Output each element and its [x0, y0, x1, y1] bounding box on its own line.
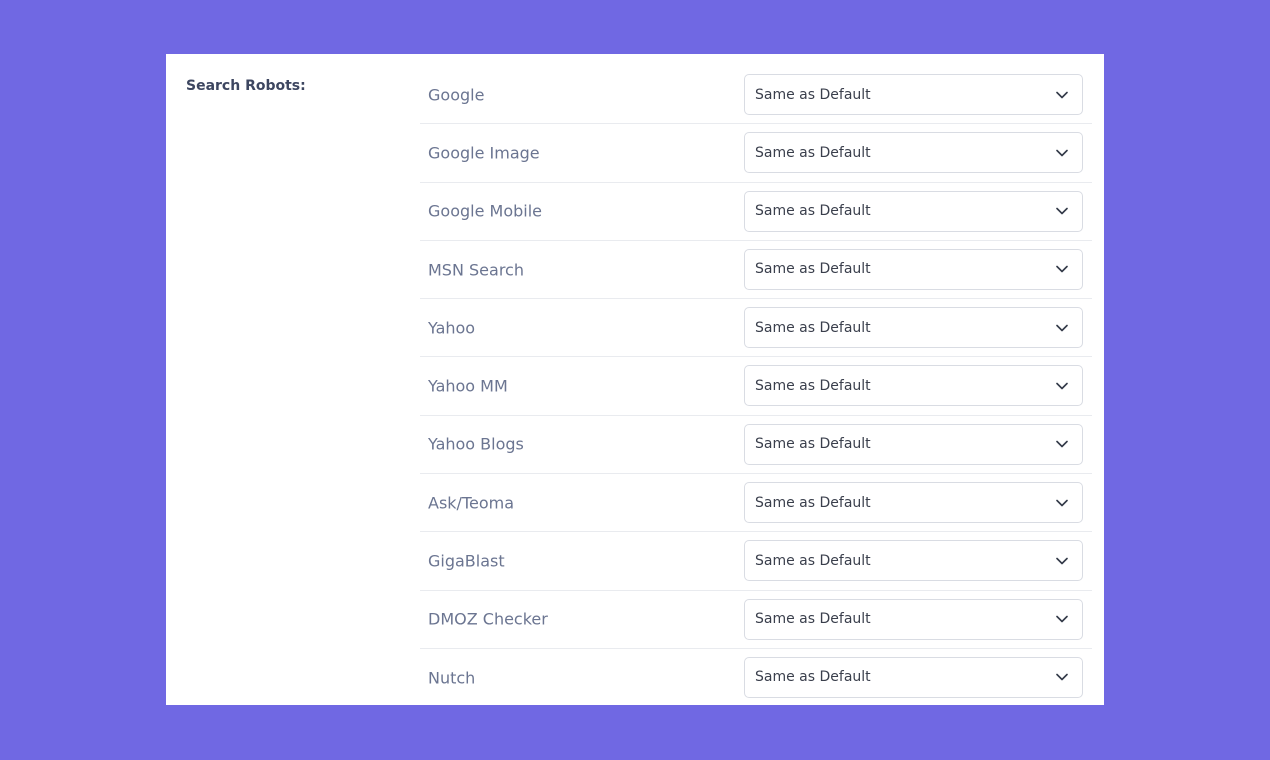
settings-card: Search Robots: Google Same as Default Go… [166, 54, 1104, 705]
robot-select-google[interactable]: Same as Default [744, 74, 1083, 115]
chevron-down-icon [1056, 499, 1068, 506]
robot-name: Ask/Teoma [428, 493, 515, 513]
robot-row-dmoz-checker: DMOZ Checker Same as Default [420, 591, 1092, 649]
chevron-down-icon [1056, 557, 1068, 565]
select-value: Same as Default [755, 203, 871, 220]
select-value: Same as Default [755, 144, 871, 161]
select-value: Same as Default [755, 261, 871, 278]
robot-name: Google [428, 85, 485, 105]
chevron-down-icon [1056, 440, 1068, 448]
robot-name: DMOZ Checker [428, 609, 548, 629]
select-value: Same as Default [755, 86, 871, 103]
chevron-down-icon [1056, 382, 1068, 390]
robot-select-yahoo-blogs[interactable]: Same as Default [744, 423, 1083, 465]
robot-row-google-mobile: Google Mobile Same as Default [420, 183, 1092, 241]
robot-select-yahoo[interactable]: Same as Default [744, 307, 1083, 349]
select-value: Same as Default [755, 611, 871, 628]
robot-row-yahoo-mm: Yahoo MM Same as Default [420, 357, 1092, 416]
section-label: Search Robots: [186, 78, 306, 94]
select-value: Same as Default [755, 319, 871, 336]
chevron-down-icon [1056, 615, 1068, 623]
robot-name: Yahoo [428, 318, 476, 338]
robot-name: Google Image [428, 143, 540, 163]
robot-row-msn-search: MSN Search Same as Default [420, 241, 1092, 300]
robot-row-yahoo-blogs: Yahoo Blogs Same as Default [420, 416, 1092, 475]
chevron-down-icon [1056, 207, 1068, 215]
robots-list: Google Same as Default Google Image Same… [420, 66, 1092, 707]
robot-name: Yahoo MM [428, 376, 508, 396]
robot-select-ask-teoma[interactable]: Same as Default [744, 482, 1083, 524]
select-value: Same as Default [755, 669, 871, 686]
robot-select-nutch[interactable]: Same as Default [744, 656, 1083, 698]
robot-select-msn-search[interactable]: Same as Default [744, 248, 1083, 290]
robot-row-nutch: Nutch Same as Default [420, 649, 1092, 707]
robot-name: GigaBlast [428, 551, 505, 571]
chevron-down-icon [1056, 149, 1068, 157]
robot-row-gigablast: GigaBlast Same as Default [420, 532, 1092, 591]
robot-name: Yahoo Blogs [428, 434, 524, 454]
robot-select-dmoz-checker[interactable]: Same as Default [744, 598, 1083, 640]
robot-row-google-image: Google Image Same as Default [420, 124, 1092, 183]
select-value: Same as Default [755, 552, 871, 569]
robot-select-google-mobile[interactable]: Same as Default [744, 190, 1083, 232]
chevron-down-icon [1056, 674, 1068, 681]
select-value: Same as Default [755, 377, 871, 394]
robot-row-google: Google Same as Default [420, 66, 1092, 125]
robot-name: MSN Search [428, 260, 524, 280]
chevron-down-icon [1056, 91, 1068, 98]
robot-name: Nutch [428, 668, 476, 688]
select-value: Same as Default [755, 494, 871, 511]
robot-name: Google Mobile [428, 201, 542, 221]
chevron-down-icon [1056, 324, 1068, 331]
robot-select-gigablast[interactable]: Same as Default [744, 540, 1083, 582]
robot-select-google-image[interactable]: Same as Default [744, 132, 1083, 174]
robot-row-ask-teoma: Ask/Teoma Same as Default [420, 474, 1092, 533]
robot-row-yahoo: Yahoo Same as Default [420, 299, 1092, 358]
chevron-down-icon [1056, 266, 1068, 273]
robot-select-yahoo-mm[interactable]: Same as Default [744, 365, 1083, 407]
select-value: Same as Default [755, 436, 871, 453]
